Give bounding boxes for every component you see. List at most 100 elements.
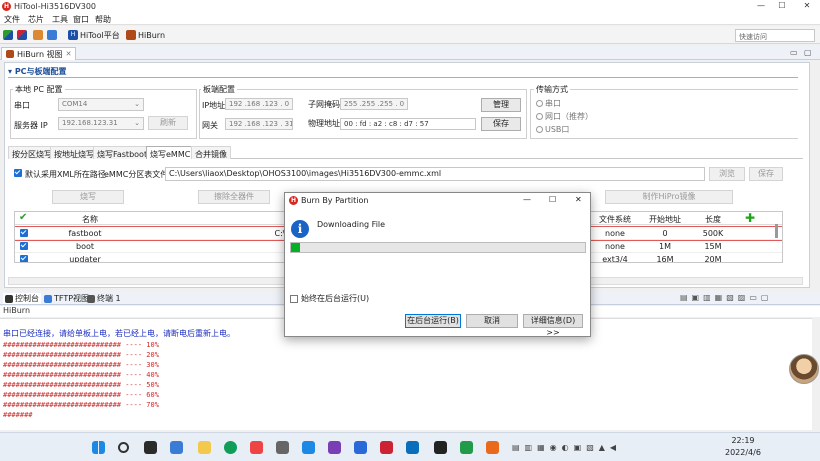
widgets-icon[interactable]	[170, 441, 183, 454]
search-icon[interactable]	[118, 442, 129, 453]
xml-path-input[interactable]: C:\Users\liaox\Desktop\OHOS3100\images\H…	[165, 167, 705, 181]
port-select[interactable]: COM14 ⌄	[58, 98, 144, 111]
run-in-background-checkbox[interactable]: 始终在后台运行(U)	[290, 293, 369, 304]
app-icon[interactable]	[276, 441, 289, 454]
disconnect-icon[interactable]	[17, 29, 27, 41]
tab-terminal[interactable]: 终端 1	[87, 293, 121, 304]
pc-board-config-header[interactable]: ▾ PC与板端配置	[8, 66, 798, 78]
tab-fastboot[interactable]: 烧写Fastboot	[93, 146, 152, 159]
taskbar: ▤▥▦◉◐▣▧▲◀	[0, 432, 820, 461]
mac-field[interactable]: 00 : fd : a2 : c8 : d7 : 57	[340, 118, 476, 130]
menu-window[interactable]: 窗口	[73, 14, 89, 25]
check-all-icon[interactable]: ✔	[19, 212, 27, 223]
menu-help[interactable]: 帮助	[95, 14, 111, 25]
connect-icon[interactable]	[3, 29, 13, 41]
col-fs: 文件系统	[599, 215, 631, 224]
browse-button[interactable]: 浏览	[709, 167, 745, 181]
mask-field[interactable]: 255 .255 .255 . 0	[340, 98, 408, 110]
use-default-path-checkbox[interactable]	[14, 169, 22, 179]
hiburn-button[interactable]: HiBurn	[126, 29, 165, 41]
app-icon[interactable]	[380, 441, 393, 454]
app-icon[interactable]	[486, 441, 499, 454]
clock[interactable]: 22:19 2022/4/6	[725, 435, 761, 459]
word-icon[interactable]	[354, 441, 367, 454]
quick-access-input[interactable]: 快速访问	[735, 29, 815, 42]
maximize-button[interactable]: ☐	[771, 1, 793, 12]
hiburn-view-icon	[6, 50, 14, 58]
terminal-app-icon[interactable]	[434, 441, 447, 454]
minimize-button[interactable]: —	[750, 1, 772, 12]
refresh-button[interactable]: 刷新	[148, 116, 188, 130]
console-toolbar-icons[interactable]: ▤▣▥▦▧▨▭▢	[680, 293, 772, 302]
file-explorer-icon[interactable]	[198, 441, 211, 454]
server-ip-select[interactable]: 192.168.123.31 ⌄	[58, 117, 144, 130]
row-name: boot	[75, 242, 94, 251]
row-start: 0	[662, 229, 668, 238]
local-pc-group-label: 本地 PC 配置	[13, 84, 65, 95]
menu-file[interactable]: 文件	[4, 14, 20, 25]
collapse-icon: ▾	[8, 67, 15, 76]
details-button[interactable]: 详细信息(D) >>	[523, 314, 583, 337]
app-icon[interactable]	[460, 441, 473, 454]
transfer-group-label: 传输方式	[534, 84, 570, 95]
console-line: ############################ ---- 20%	[3, 351, 159, 359]
erase-all-button[interactable]: 擦除全器件	[198, 190, 270, 204]
onenote-icon[interactable]	[328, 441, 341, 454]
row-length: 20M	[704, 255, 722, 263]
tab-partition[interactable]: 按分区烧写	[8, 146, 56, 159]
burn-button[interactable]: 烧写	[52, 190, 124, 204]
dialog-maximize-button[interactable]: ☐	[549, 195, 556, 204]
cancel-button[interactable]: 取消	[466, 314, 518, 328]
hiburn-view-tab[interactable]: HiBurn 视图 ✕	[1, 47, 77, 60]
transfer-usb-radio[interactable]: USB口	[536, 124, 569, 135]
tab-emmc[interactable]: 烧写eMMC	[146, 146, 195, 159]
console-line: ############################ ---- 70%	[3, 401, 159, 409]
tab-console[interactable]: 控制台	[3, 293, 41, 304]
transfer-serial-label: 串口	[545, 99, 561, 108]
add-row-icon[interactable]: ✚	[745, 212, 755, 225]
console-line: ############################ ---- 30%	[3, 361, 159, 369]
gateway-label: 网关	[202, 121, 218, 130]
tab-tftp[interactable]: TFTP视图	[44, 293, 89, 304]
user-avatar[interactable]	[789, 354, 819, 384]
transfer-serial-radio[interactable]: 串口	[536, 98, 561, 109]
terminal-icon[interactable]	[47, 29, 57, 41]
close-button[interactable]: ✕	[796, 1, 818, 12]
tab-close-icon[interactable]: ✕	[66, 50, 72, 58]
emmc-save-button[interactable]: 保存	[749, 167, 783, 181]
gateway-field[interactable]: 192 .168 .123 . 31	[225, 118, 293, 130]
edge-icon[interactable]	[224, 441, 237, 454]
dialog-minimize-button[interactable]: —	[523, 195, 531, 204]
menu-tools[interactable]: 工具	[52, 14, 68, 25]
row-checkbox[interactable]	[20, 229, 28, 239]
menu-chip[interactable]: 芯片	[28, 14, 44, 25]
info-icon: i	[291, 220, 309, 238]
tab-terminal-label: 终端 1	[97, 294, 121, 303]
make-hipro-button[interactable]: 制作HiPro镜像	[605, 190, 733, 204]
board-save-button[interactable]: 保存	[481, 117, 521, 131]
app-icon[interactable]	[302, 441, 315, 454]
run-in-background-button[interactable]: 在后台运行(B)	[405, 314, 461, 328]
app-icon[interactable]	[250, 441, 263, 454]
table-scrollbar[interactable]	[775, 224, 778, 238]
hitool-platform-button[interactable]: H HiTool平台	[68, 29, 120, 41]
ip-field[interactable]: 192 .168 .123 . 0	[225, 98, 293, 110]
view-minimize-icon[interactable]: ▭	[790, 48, 798, 57]
terminal-tab-icon	[87, 294, 95, 303]
task-view-icon[interactable]	[144, 441, 157, 454]
tab-merge-image[interactable]: 合并镜像	[191, 146, 231, 159]
hitool-logo-icon: H	[2, 2, 11, 11]
view-maximize-icon[interactable]: ▢	[804, 48, 812, 57]
server-ip-value: 192.168.123.31	[62, 119, 118, 127]
transfer-net-radio[interactable]: 网口（推荐）	[536, 111, 593, 122]
row-checkbox[interactable]	[20, 242, 28, 252]
start-icon[interactable]	[92, 441, 105, 454]
app-icon[interactable]	[406, 441, 419, 454]
tab-address[interactable]: 按地址烧写	[50, 146, 98, 159]
row-checkbox[interactable]	[20, 255, 28, 262]
serial-icon[interactable]	[33, 29, 43, 41]
manage-button[interactable]: 管理	[481, 98, 521, 112]
tray-icons[interactable]: ▤▥▦◉◐▣▧▲◀	[512, 443, 621, 452]
port-value: COM14	[62, 100, 88, 108]
dialog-close-button[interactable]: ✕	[575, 195, 582, 204]
